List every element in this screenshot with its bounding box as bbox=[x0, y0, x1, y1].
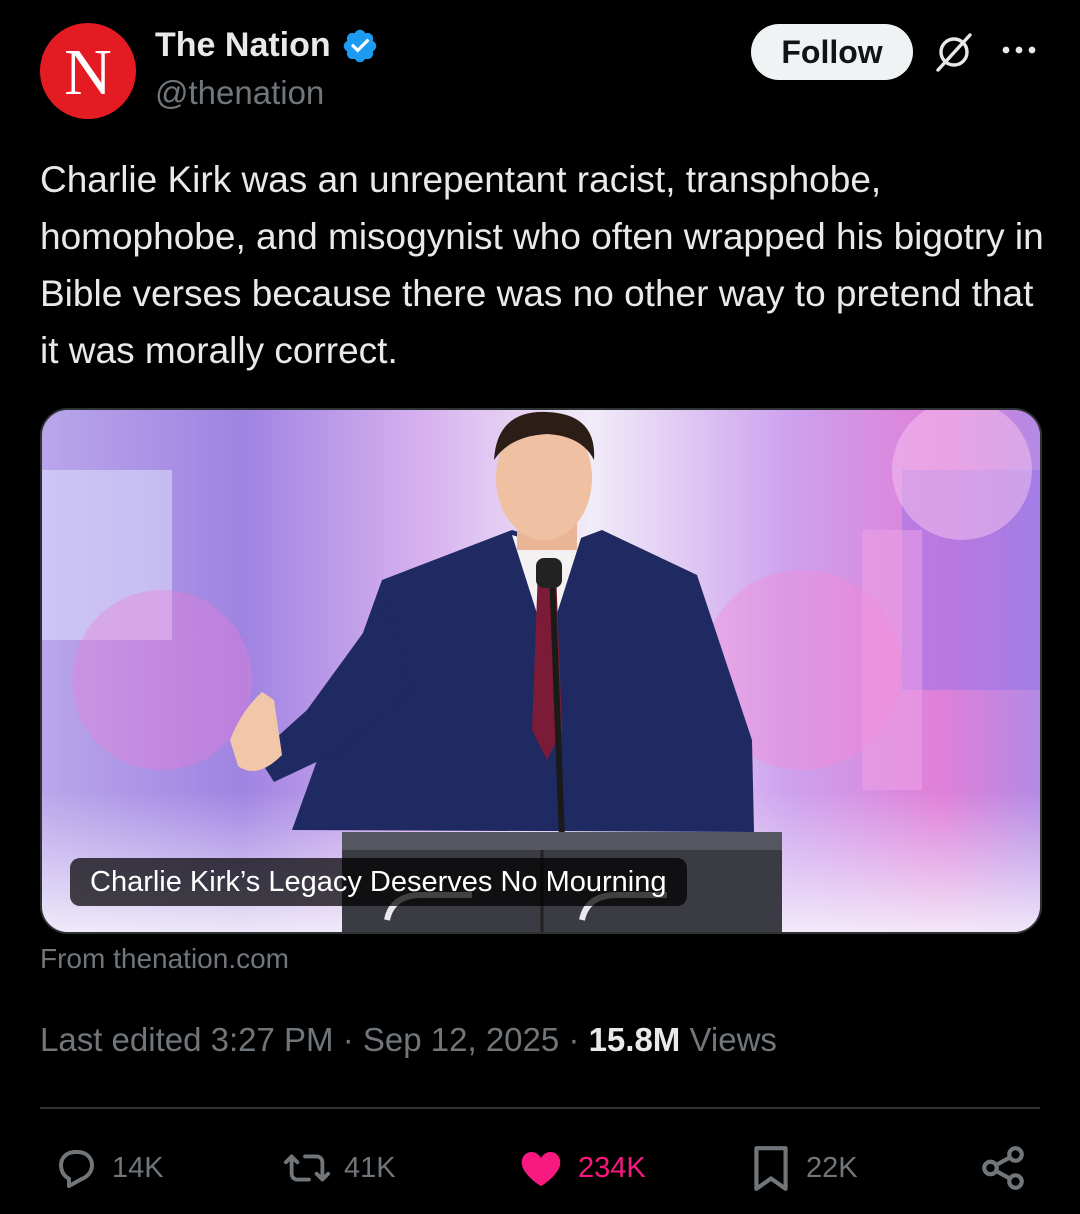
more-icon[interactable] bbox=[1000, 38, 1038, 62]
author-name-row[interactable]: The Nation bbox=[155, 26, 379, 65]
avatar[interactable]: N bbox=[40, 23, 136, 119]
meta-separator: · bbox=[342, 1021, 354, 1058]
edited-label[interactable]: Last edited bbox=[40, 1021, 201, 1058]
divider bbox=[40, 1107, 1040, 1109]
meta-separator: · bbox=[568, 1021, 580, 1058]
tweet-text: Charlie Kirk was an unrepentant racist, … bbox=[40, 159, 1044, 371]
bookmark-button[interactable]: 22K bbox=[748, 1140, 858, 1196]
post-time[interactable]: 3:27 PM bbox=[211, 1021, 334, 1058]
like-button[interactable]: 234K bbox=[516, 1140, 646, 1196]
follow-button[interactable]: Follow bbox=[751, 24, 913, 80]
verified-badge-icon bbox=[343, 29, 376, 62]
post-date[interactable]: Sep 12, 2025 bbox=[363, 1021, 559, 1058]
card-caption[interactable]: Charlie Kirk’s Legacy Deserves No Mourni… bbox=[70, 858, 687, 906]
repost-count: 41K bbox=[344, 1151, 396, 1184]
like-count: 234K bbox=[578, 1151, 646, 1184]
reply-icon bbox=[59, 1150, 94, 1188]
bookmark-icon bbox=[754, 1146, 788, 1191]
repost-button[interactable]: 41K bbox=[282, 1140, 396, 1196]
bookmark-count: 22K bbox=[806, 1151, 858, 1184]
link-card[interactable]: Charlie Kirk’s Legacy Deserves No Mourni… bbox=[40, 408, 1042, 934]
views-label: Views bbox=[689, 1021, 777, 1058]
share-button[interactable] bbox=[978, 1140, 1028, 1196]
grok-icon[interactable] bbox=[932, 30, 976, 74]
card-source[interactable]: From thenation.com bbox=[40, 943, 289, 975]
tweet-meta: Last edited 3:27 PM · Sep 12, 2025 · 15.… bbox=[40, 1021, 777, 1059]
reply-count: 14K bbox=[112, 1151, 164, 1184]
article-photo bbox=[42, 410, 1040, 932]
display-name[interactable]: The Nation bbox=[155, 26, 331, 65]
share-icon bbox=[982, 1146, 1024, 1190]
avatar-letter: N bbox=[64, 36, 112, 109]
heart-icon bbox=[521, 1152, 561, 1186]
author-handle[interactable]: @thenation bbox=[155, 74, 324, 112]
repost-icon bbox=[283, 1154, 331, 1182]
views-count: 15.8M bbox=[588, 1021, 681, 1058]
reply-button[interactable]: 14K bbox=[52, 1140, 164, 1196]
